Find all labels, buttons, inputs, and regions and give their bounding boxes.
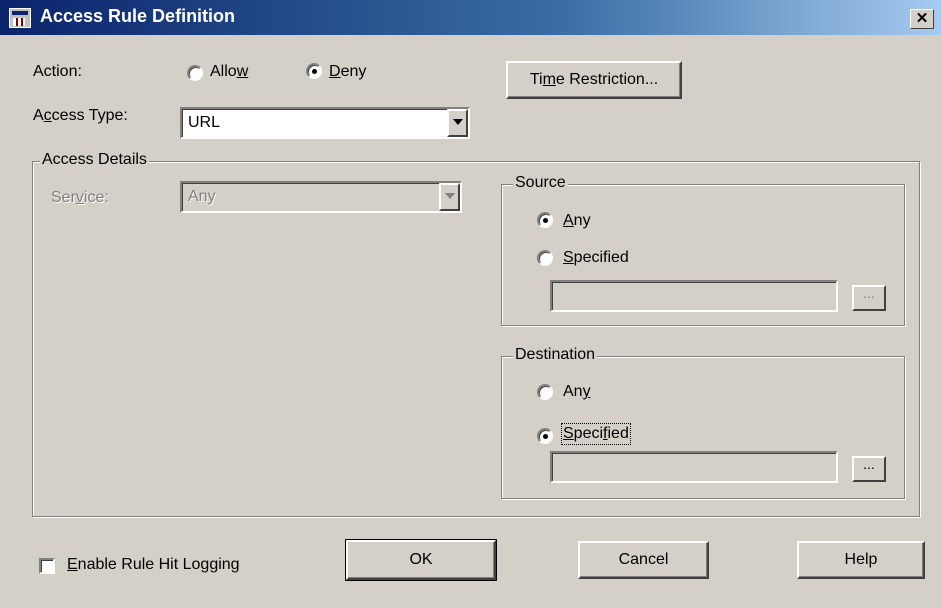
- window-title: Access Rule Definition: [40, 6, 236, 26]
- chevron-down-icon[interactable]: [439, 183, 460, 211]
- deny-label[interactable]: Deny: [329, 63, 366, 81]
- deny-radio[interactable]: [306, 63, 322, 79]
- allow-label[interactable]: Allow: [210, 63, 248, 81]
- help-button[interactable]: Help: [797, 541, 925, 579]
- title-bar: Access Rule Definition ✕: [0, 0, 941, 35]
- source-legend: Source: [513, 174, 568, 192]
- source-any-label[interactable]: Any: [563, 212, 591, 230]
- ok-button[interactable]: OK: [345, 539, 497, 581]
- destination-browse-button[interactable]: ...: [852, 456, 886, 482]
- destination-specified-field[interactable]: [550, 451, 838, 483]
- access-type-label: Access Type:: [33, 107, 128, 124]
- source-browse-button[interactable]: ...: [852, 285, 886, 311]
- destination-any-radio[interactable]: [537, 384, 553, 400]
- enable-logging-checkbox[interactable]: [39, 558, 55, 574]
- source-specified-label[interactable]: Specified: [563, 249, 629, 267]
- destination-specified-label[interactable]: Specified: [561, 423, 631, 445]
- destination-any-label[interactable]: Any: [563, 383, 591, 401]
- close-button[interactable]: ✕: [910, 9, 934, 29]
- destination-legend: Destination: [513, 346, 598, 364]
- action-label: Action:: [33, 63, 82, 80]
- allow-radio[interactable]: [187, 65, 203, 81]
- cancel-button[interactable]: Cancel: [578, 541, 709, 579]
- close-icon: ✕: [915, 10, 929, 27]
- service-value: Any: [188, 188, 216, 205]
- access-details-legend: Access Details: [40, 151, 149, 169]
- source-specified-radio[interactable]: [537, 250, 553, 266]
- time-restriction-button[interactable]: Time Restriction...: [506, 61, 682, 99]
- destination-specified-radio[interactable]: [537, 428, 553, 444]
- chevron-down-icon[interactable]: [447, 109, 468, 137]
- access-type-dropdown[interactable]: URL: [180, 107, 470, 139]
- service-label: Service:: [51, 189, 109, 206]
- source-specified-field[interactable]: [550, 280, 838, 312]
- app-icon: [9, 8, 31, 28]
- service-dropdown[interactable]: Any: [180, 181, 462, 213]
- enable-logging-label[interactable]: Enable Rule Hit Logging: [67, 556, 240, 574]
- source-any-radio[interactable]: [537, 212, 553, 228]
- access-type-value: URL: [188, 114, 221, 131]
